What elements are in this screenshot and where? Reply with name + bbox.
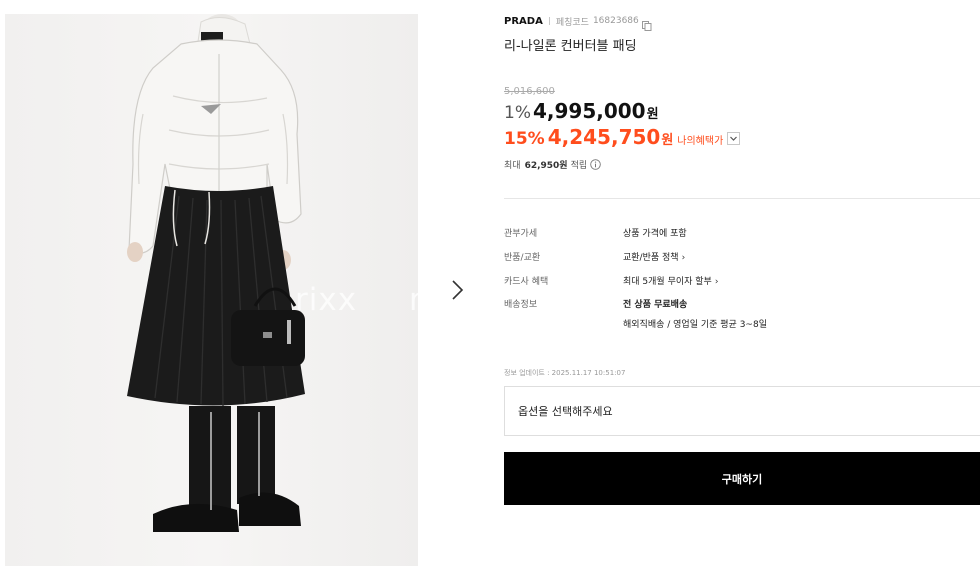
return-label: 반품/교환 xyxy=(504,253,541,263)
benefit-price-row: 15% 4,245,750 원 나의혜택가 xyxy=(504,125,741,151)
update-timestamp: 정보 업데이트 : 2025.11.17 10:51:07 xyxy=(504,369,626,377)
free-shipping-text: 전 상품 무료배송 xyxy=(623,300,688,310)
copy-icon[interactable] xyxy=(641,16,652,31)
my-benefit-label[interactable]: 나의혜택가 xyxy=(677,132,723,147)
card-benefit-text: 최대 5개월 무이자 할부 xyxy=(623,277,712,287)
brand-row: PRADA 페칭코드 16823686 xyxy=(504,14,652,31)
points-value: 62,950원 xyxy=(524,161,568,171)
discount-price: 4,995,000 xyxy=(532,99,646,123)
return-policy-text: 교환/반품 정책 xyxy=(623,253,679,263)
currency-unit: 원 xyxy=(646,107,659,122)
duty-value: 상품 가격에 포함 xyxy=(623,229,687,239)
points-row: 최대 62,950원 적립 xyxy=(504,158,601,171)
product-code-label: 페칭코드 xyxy=(555,17,589,28)
watermark: rixx xyxy=(295,282,358,318)
benefit-price: 4,245,750 xyxy=(547,125,661,149)
option-select-placeholder: 옵션을 선택해주세요 xyxy=(518,405,613,418)
benefit-currency-unit: 원 xyxy=(661,133,674,148)
buy-button-label: 구매하기 xyxy=(721,473,763,486)
watermark-partial: r xyxy=(409,282,418,318)
card-benefit-label: 카드사 혜택 xyxy=(504,277,549,287)
points-suffix: 적립 xyxy=(570,161,588,171)
duty-label: 관부가세 xyxy=(504,229,538,239)
buy-button[interactable]: 구매하기 xyxy=(504,452,980,505)
points-label: 최대 xyxy=(504,161,521,171)
info-icon[interactable] xyxy=(590,159,601,170)
chevron-right-icon[interactable] xyxy=(445,278,469,302)
card-benefit-link[interactable]: 최대 5개월 무이자 할부 › xyxy=(623,274,718,287)
chevron-right-icon: › xyxy=(714,277,719,287)
discount-rate: 1% xyxy=(504,103,531,123)
discount-price-row: 1% 4,995,000 원 xyxy=(504,99,659,125)
return-policy-link[interactable]: 교환/반품 정책 › xyxy=(623,250,685,263)
brand-divider xyxy=(548,17,550,25)
product-info-panel: PRADA 페칭코드 16823686 리-나일론 컨버터블 패딩 5,016,… xyxy=(504,0,980,570)
chevron-down-icon[interactable] xyxy=(727,131,741,145)
shipping-label: 배송정보 xyxy=(504,300,538,310)
brand-name[interactable]: PRADA xyxy=(504,16,543,27)
product-code-value: 16823686 xyxy=(592,16,639,26)
option-select[interactable]: 옵션을 선택해주세요 xyxy=(504,386,980,436)
shipping-duration-text: 해외직배송 / 영업일 기준 평균 3~8일 xyxy=(623,320,767,330)
benefit-rate: 15% xyxy=(504,129,545,149)
original-price: 5,016,600 xyxy=(504,86,555,97)
product-title: 리-나일론 컨버터블 패딩 xyxy=(504,39,637,54)
section-divider xyxy=(504,198,980,199)
chevron-right-icon: › xyxy=(681,253,686,263)
product-image: rixx r xyxy=(5,14,418,566)
